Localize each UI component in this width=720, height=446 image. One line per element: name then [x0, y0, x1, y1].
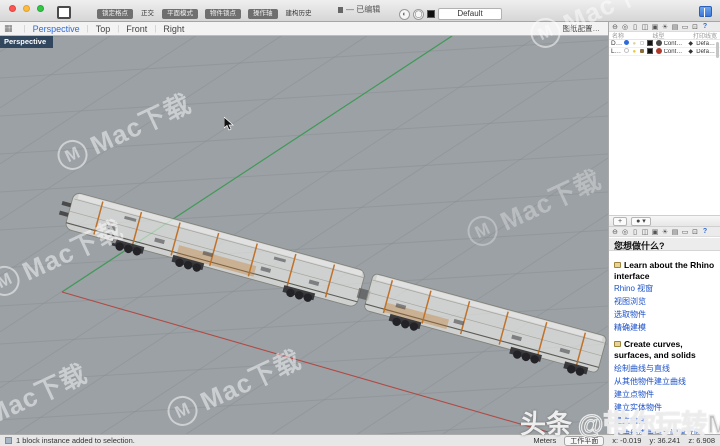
- material-icon[interactable]: [656, 48, 663, 56]
- sun-icon[interactable]: ☀: [661, 228, 669, 236]
- toggle-操作轴[interactable]: 操作轴: [248, 9, 278, 19]
- help-icon[interactable]: ?: [701, 23, 709, 30]
- camera-icon[interactable]: ▣: [651, 228, 659, 236]
- lock-icon[interactable]: [639, 48, 646, 55]
- right-sidebar-panel: ⊖◎▯◫▣☀▤▭⊡? 名称 线型 打印线宽 D…●Cont…◆Defa…L…●C…: [608, 22, 720, 434]
- display-icon[interactable]: ⊡: [691, 228, 699, 236]
- document-icon[interactable]: ▯: [631, 228, 639, 236]
- viewport-tab-perspective[interactable]: Perspective: [33, 24, 80, 34]
- minimize-window-button[interactable]: [23, 5, 30, 12]
- toggle-建构历史[interactable]: 建构历史: [285, 9, 313, 19]
- layer-row[interactable]: L…●Cont…◆Defa…: [609, 48, 720, 56]
- help-topic-link[interactable]: Rhino 视窗: [614, 284, 715, 294]
- help-topic-link[interactable]: 选取物件: [614, 310, 715, 320]
- lock-icon[interactable]: [639, 40, 646, 47]
- visibility-bulb-icon[interactable]: ●: [631, 49, 638, 55]
- status-message: 1 block instance added to selection.: [16, 436, 135, 445]
- layers-column-headers: 名称 线型 打印线宽: [609, 32, 720, 40]
- box-icon[interactable]: ◫: [641, 228, 649, 236]
- link-circles-icon[interactable]: ⊖: [611, 228, 619, 236]
- viewport-tab-bar: ▦ |Perspective|Top|Front|Right 图纸配置…: [0, 22, 608, 36]
- title-bar: 锁定格点正交平面模式物件锁点操作轴建构历史 — 已编辑 ◐ ◯ Default: [0, 0, 720, 22]
- column-print-width: 打印线宽: [693, 31, 717, 40]
- toggle-物件锁点[interactable]: 物件锁点: [205, 9, 241, 19]
- help-topic-link[interactable]: 建立曲面: [614, 416, 715, 426]
- coord-z: z: 6.908: [688, 436, 715, 445]
- layers-footer: + ● ▾: [609, 215, 720, 227]
- sun-icon[interactable]: ☀: [661, 23, 669, 31]
- perspective-viewport[interactable]: Perspective: [0, 36, 608, 434]
- status-bar: 1 block instance added to selection. Met…: [0, 434, 720, 446]
- current-layer-dot[interactable]: [623, 40, 630, 47]
- layout-icon[interactable]: ▤: [671, 228, 679, 236]
- viewport-canvas: [0, 36, 608, 434]
- link-circles-icon[interactable]: ⊖: [611, 23, 619, 31]
- panel-tab-strip: ⊖◎▯◫▣☀▤▭⊡?: [609, 227, 720, 237]
- material-icon[interactable]: [656, 40, 663, 48]
- toggle-平面模式[interactable]: 平面模式: [162, 9, 198, 19]
- layouts-button[interactable]: 图纸配置…: [563, 23, 605, 34]
- cplane-button[interactable]: 工作平面: [564, 436, 604, 446]
- document-icon[interactable]: ▯: [631, 23, 639, 31]
- panel-scrollbar[interactable]: [716, 42, 719, 58]
- current-layer-dot[interactable]: [623, 48, 630, 55]
- help-topic-link[interactable]: 建立实体物件: [614, 403, 715, 413]
- toggle-锁定格点[interactable]: 锁定格点: [97, 9, 133, 19]
- viewport-label-badge[interactable]: Perspective: [0, 36, 53, 48]
- viewport-tab-right[interactable]: Right: [163, 24, 184, 34]
- layers-table: D…●Cont…◆Defa…L…●Cont…◆Defa…: [609, 40, 720, 56]
- layout-icon[interactable]: ▤: [671, 23, 679, 31]
- wireframe-view-icon[interactable]: ◯: [413, 9, 424, 20]
- window-title: — 已编辑: [338, 4, 380, 15]
- camera-icon[interactable]: ▣: [651, 23, 659, 31]
- layer-menu-button[interactable]: ● ▾: [631, 217, 651, 226]
- train-model[interactable]: [54, 189, 607, 380]
- panel-icon[interactable]: ▭: [681, 228, 689, 236]
- status-toggle-group: 锁定格点正交平面模式物件锁点操作轴建构历史: [97, 9, 313, 19]
- close-window-button[interactable]: [9, 5, 16, 12]
- book-icon: [614, 341, 621, 347]
- help-section-header: Create curves, surfaces, and solids: [614, 339, 715, 360]
- visibility-bulb-icon[interactable]: ●: [631, 41, 638, 47]
- selection-icon: [5, 437, 12, 444]
- help-topic-link[interactable]: 绘制曲线与直线: [614, 364, 715, 374]
- layer-color-swatch[interactable]: [647, 40, 655, 48]
- help-topic-link[interactable]: 视图浏览: [614, 297, 715, 307]
- panel-icon[interactable]: ▭: [681, 23, 689, 31]
- box-icon[interactable]: ◫: [641, 23, 649, 31]
- coord-x: x: -0.019: [612, 436, 641, 445]
- help-topic-link[interactable]: 从其他物件建立曲线: [614, 377, 715, 387]
- display-mode-select[interactable]: Default: [438, 8, 502, 20]
- layer-row[interactable]: D…●Cont…◆Defa…: [609, 40, 720, 48]
- shaded-view-icon[interactable]: ◐: [399, 9, 410, 20]
- add-layer-button[interactable]: +: [613, 217, 627, 226]
- units-label: Meters: [533, 436, 556, 445]
- layer-color-swatch[interactable]: [647, 48, 655, 56]
- viewport-tab-front[interactable]: Front: [126, 24, 147, 34]
- help-topic-link[interactable]: 建立点物件: [614, 390, 715, 400]
- coord-y: y: 36.241: [649, 436, 680, 445]
- split-view-icon[interactable]: ▦: [4, 23, 13, 34]
- target-icon[interactable]: ◎: [621, 23, 629, 31]
- help-topic-list: Learn about the Rhino interface Rhino 视窗视…: [609, 251, 720, 434]
- rectangle-tool-icon[interactable]: [57, 6, 71, 19]
- viewport-tab-top[interactable]: Top: [96, 24, 111, 34]
- sidebar-toggle-icon[interactable]: [699, 6, 712, 17]
- help-panel-title: 您想做什么?: [609, 238, 720, 251]
- book-icon: [614, 262, 621, 268]
- display-icon[interactable]: ⊡: [691, 23, 699, 31]
- zoom-window-button[interactable]: [37, 5, 44, 12]
- target-icon[interactable]: ◎: [621, 228, 629, 236]
- color-swatch[interactable]: [427, 10, 435, 18]
- help-topic-link[interactable]: 精确建模: [614, 323, 715, 333]
- document-proxy-icon: [338, 7, 343, 13]
- toggle-正交[interactable]: 正交: [140, 9, 155, 19]
- help-icon[interactable]: ?: [701, 228, 709, 235]
- help-section-header: Learn about the Rhino interface: [614, 260, 715, 281]
- column-name: 名称: [612, 31, 624, 40]
- display-controls: ◐ ◯ Default: [399, 8, 502, 20]
